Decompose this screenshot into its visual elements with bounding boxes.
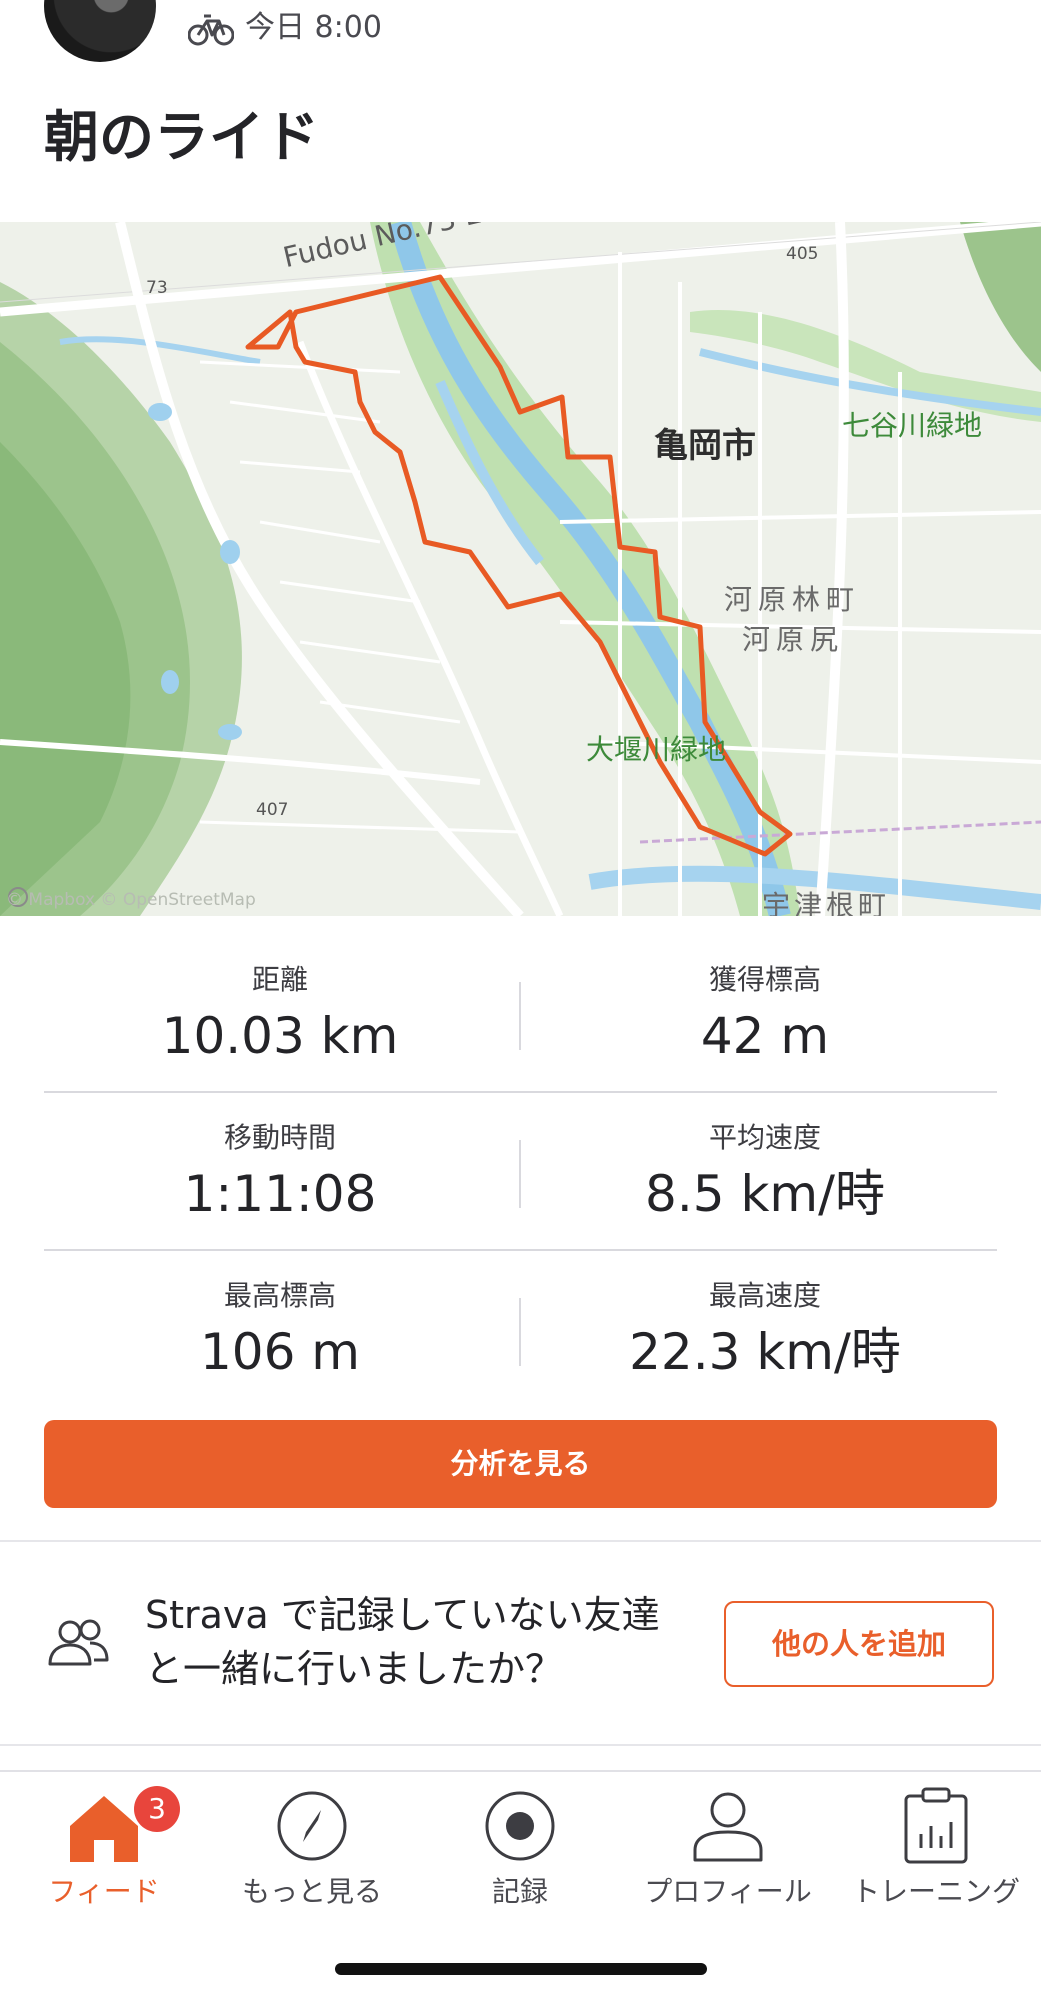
place-label-kawarabayashi: 河原林町 <box>724 583 861 616</box>
notification-badge: 3 <box>134 1786 180 1832</box>
section-divider <box>0 1540 1041 1542</box>
friends-prompt-line-2: と一緒に行いましたか？ <box>145 1647 564 1691</box>
stat-label: 平均速度 <box>708 1121 821 1154</box>
stat-label: 最高標高 <box>223 1279 336 1312</box>
stat-label: 距離 <box>251 963 308 996</box>
profile-icon <box>693 1792 763 1862</box>
stat-value: 106 m <box>199 1323 361 1381</box>
stat-value: 1:11:08 <box>183 1165 377 1223</box>
home-icon <box>70 1796 138 1862</box>
nav-label: フィード <box>48 1875 160 1908</box>
bike-icon <box>188 14 234 46</box>
compass-icon <box>277 1791 347 1861</box>
stat-label: 獲得標高 <box>708 963 821 996</box>
nav-label: 記録 <box>491 1875 548 1908</box>
stat-max-speed: 最高速度 22.3 km/時 <box>505 1278 1025 1384</box>
route-number-73: 73 <box>146 278 168 298</box>
people-icon <box>48 1619 109 1666</box>
friends-prompt-line-1: Strava で記録していない友達 <box>145 1593 660 1637</box>
view-analysis-button[interactable]: 分析を見る <box>44 1420 997 1508</box>
map-attribution[interactable]: © Mapbox © OpenStreetMap <box>6 890 256 910</box>
route-map[interactable]: 73 405 407 Fudou No.73 Line 亀岡市 七谷川緑地 河原… <box>0 222 1041 916</box>
record-icon <box>485 1791 555 1861</box>
stat-distance: 距離 10.03 km <box>20 962 540 1068</box>
map-canvas <box>0 222 1041 916</box>
stat-moving-time: 移動時間 1:11:08 <box>20 1120 540 1226</box>
stat-max-elevation: 最高標高 106 m <box>20 1278 540 1384</box>
place-label-nanatanigawa: 七谷川緑地 <box>842 409 983 442</box>
section-divider <box>0 1744 1041 1746</box>
stat-label: 移動時間 <box>223 1121 336 1154</box>
add-others-button[interactable]: 他の人を追加 <box>724 1601 994 1687</box>
activity-time: 今日 8:00 <box>245 10 382 45</box>
nav-tab-explore[interactable]: もっと見る <box>208 1782 416 1910</box>
training-icon <box>904 1787 968 1864</box>
place-label-kawarajiri: 河原尻 <box>742 623 845 656</box>
place-label-kameoka: 亀岡市 <box>654 426 756 466</box>
nav-tab-training[interactable]: トレーニング <box>832 1782 1040 1910</box>
divider <box>44 1091 997 1093</box>
stat-value: 22.3 km/時 <box>629 1323 901 1381</box>
nav-label: もっと見る <box>241 1875 382 1908</box>
avatar[interactable] <box>44 0 156 62</box>
nav-tab-feed[interactable]: 3 フィード <box>0 1782 208 1910</box>
nav-tab-record[interactable]: 記録 <box>416 1782 624 1910</box>
place-label-utsune: 宇津根町 <box>762 889 891 916</box>
divider <box>44 1249 997 1251</box>
divider <box>519 982 521 1050</box>
stat-value: 10.03 km <box>161 1007 399 1065</box>
divider <box>519 1140 521 1208</box>
friends-prompt: Strava で記録していない友達 と一緒に行いましたか？ <box>145 1588 705 1696</box>
route-number-407: 407 <box>256 800 289 820</box>
route-number-405: 405 <box>786 244 819 264</box>
stat-value: 8.5 km/時 <box>645 1165 885 1223</box>
stat-label: 最高速度 <box>708 1279 821 1312</box>
place-label-oikawa: 大堰川緑地 <box>586 733 727 766</box>
home-indicator <box>335 1963 707 1975</box>
nav-tab-profile[interactable]: プロフィール <box>624 1782 832 1910</box>
stat-elevation-gain: 獲得標高 42 m <box>505 962 1025 1068</box>
stat-average-speed: 平均速度 8.5 km/時 <box>505 1120 1025 1226</box>
nav-label: プロフィール <box>644 1875 812 1908</box>
divider <box>519 1298 521 1366</box>
nav-label: トレーニング <box>851 1875 1020 1908</box>
stat-value: 42 m <box>700 1007 830 1065</box>
activity-title[interactable]: 朝のライド <box>44 102 319 172</box>
